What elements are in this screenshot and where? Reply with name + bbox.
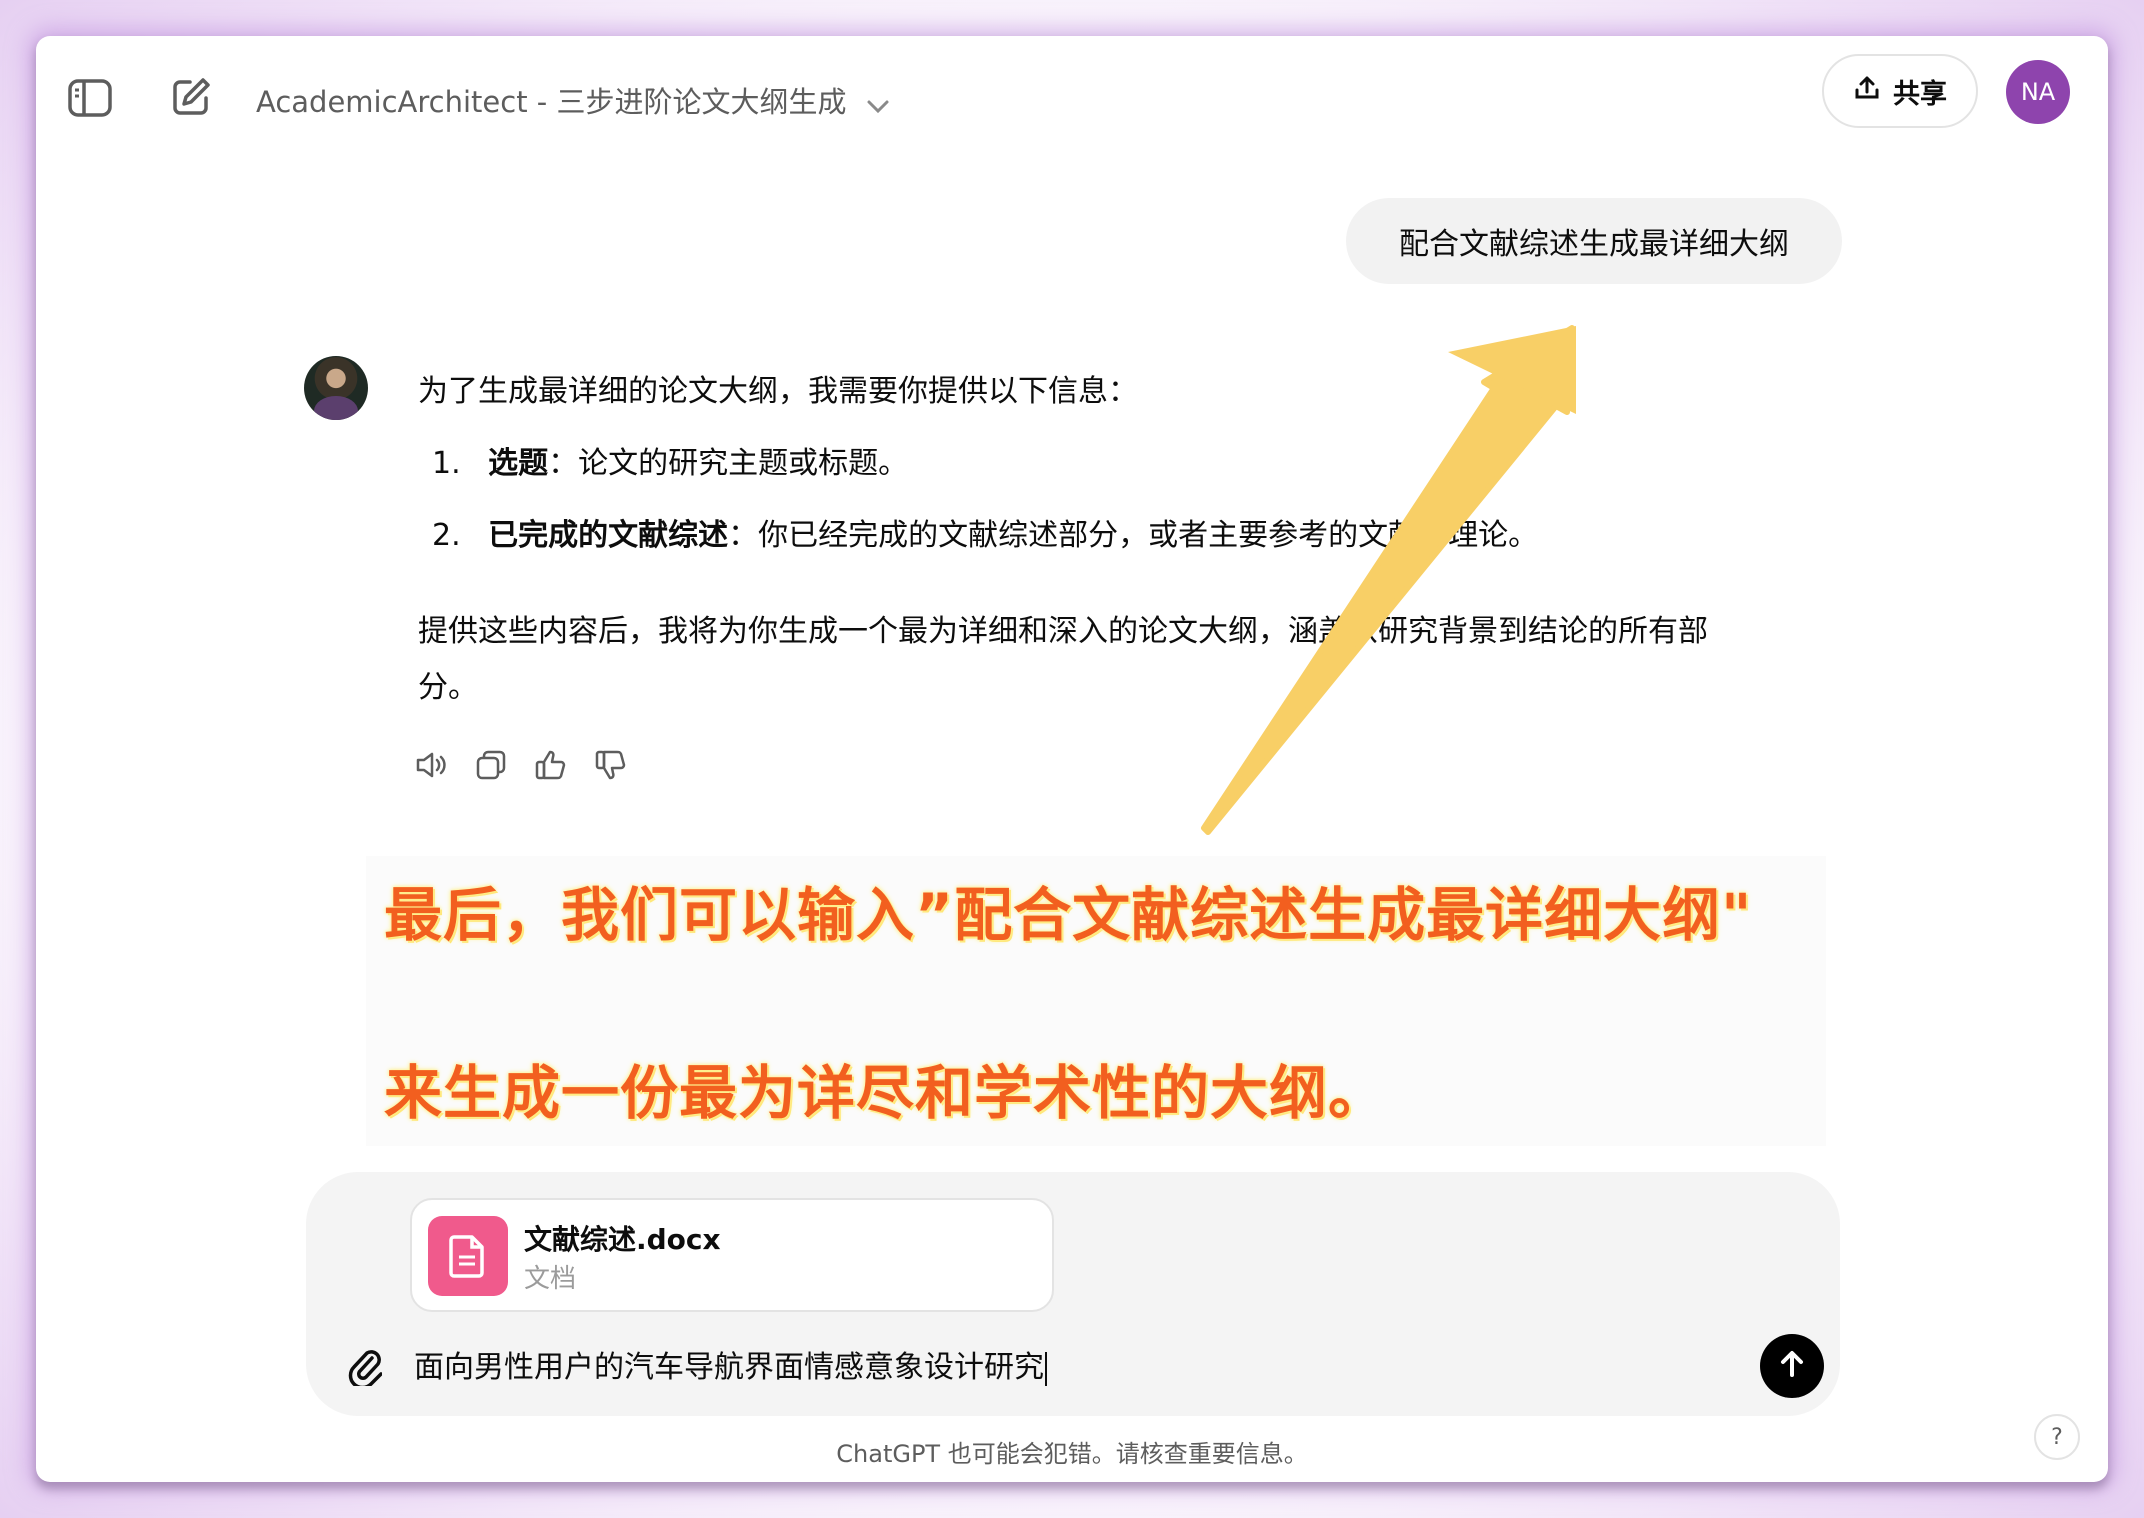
message-input[interactable]: 面向男性用户的汽车导航界面情感意象设计研究 (414, 1342, 1047, 1386)
send-button[interactable] (1760, 1334, 1824, 1398)
text-caret (1045, 1351, 1047, 1386)
file-type: 文档 (524, 1264, 577, 1294)
document-icon (428, 1216, 508, 1296)
file-name: 文献综述.docx (524, 1223, 721, 1256)
message-input-value: 面向男性用户的汽车导航界面情感意象设计研究 (414, 1350, 1044, 1385)
message-composer: 文献综述.docx 文档 面向男性用户的汽车导航界面情感意象设计研究 (306, 1172, 1840, 1416)
arrow-up-icon (1776, 1348, 1808, 1384)
chat-window: AcademicArchitect - 三步进阶论文大纲生成 共享 NA 配合文… (36, 36, 2108, 1482)
help-button[interactable]: ? (2034, 1414, 2080, 1460)
attached-file-card[interactable]: 文献综述.docx 文档 (410, 1198, 1054, 1312)
disclaimer: ChatGPT 也可能会犯错。请核查重要信息。 (836, 1440, 1308, 1468)
paperclip-icon[interactable] (346, 1344, 383, 1390)
